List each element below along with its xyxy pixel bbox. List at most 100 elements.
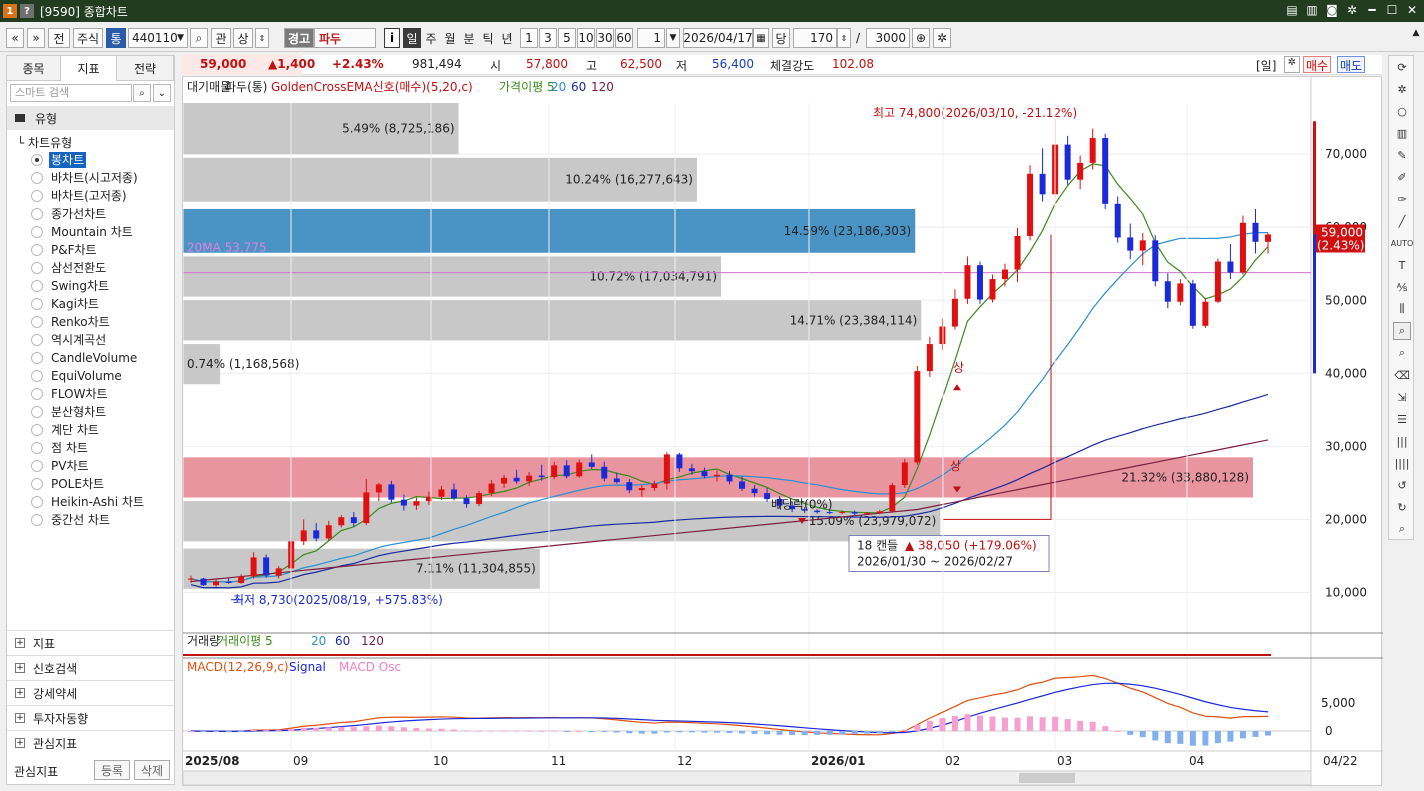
chart-type-label[interactable]: 삼선전환도 xyxy=(49,260,108,276)
chart-type-label[interactable]: 분산형차트 xyxy=(49,404,108,420)
min-30[interactable]: 30 xyxy=(596,28,614,48)
candles-icon[interactable]: ⫼ xyxy=(1393,300,1411,318)
tong-button[interactable]: 통 xyxy=(106,28,126,48)
search-icon[interactable]: ⌕ xyxy=(1393,520,1411,538)
chart-type-label[interactable]: 바차트(고저종) xyxy=(49,188,129,204)
period-year[interactable]: 년 xyxy=(498,28,516,48)
chevron-down-icon[interactable]: ▼ xyxy=(177,33,184,43)
chart-type-label[interactable]: EquiVolume xyxy=(49,368,124,384)
market-button[interactable]: 주식 xyxy=(73,28,103,48)
chart-type-label[interactable]: Renko차트 xyxy=(49,314,112,330)
gear-icon[interactable]: ✲ xyxy=(1344,2,1360,18)
vertical-scrollbar[interactable]: ▲ xyxy=(1410,28,1422,558)
help-icon[interactable]: ? xyxy=(20,4,34,18)
tab-stock[interactable]: 종목 xyxy=(7,56,61,81)
type-header[interactable]: 유형 xyxy=(7,106,174,130)
measure-icon[interactable]: ⇲ xyxy=(1393,388,1411,406)
chart-type-radio[interactable] xyxy=(31,388,43,400)
period-month[interactable]: 월 xyxy=(441,28,459,48)
total-count-input[interactable]: 3000 xyxy=(866,28,910,48)
eraser-icon[interactable]: ⌫ xyxy=(1393,366,1411,384)
chart-type-radio[interactable] xyxy=(31,496,43,508)
chart-type-radio[interactable] xyxy=(31,406,43,418)
tree-root[interactable]: └ 차트유형 xyxy=(17,134,72,151)
chart-type-label[interactable]: 종가선차트 xyxy=(49,206,108,222)
chevron-down-icon[interactable]: ⌄ xyxy=(153,84,171,102)
count-select[interactable]: 1 xyxy=(637,28,665,48)
chart-type-radio[interactable] xyxy=(31,442,43,454)
refresh-icon[interactable]: ⟳ xyxy=(1393,58,1411,76)
section-1[interactable]: + 신호검색 xyxy=(7,655,174,680)
search-icon[interactable]: ⌕ xyxy=(190,28,208,48)
sell-button[interactable]: 매도 xyxy=(1337,56,1366,73)
next-button[interactable]: » xyxy=(27,28,45,48)
chart-type-radio[interactable] xyxy=(31,262,43,274)
chart-type-radio[interactable] xyxy=(31,172,43,184)
circle-icon[interactable]: ○ xyxy=(1393,102,1411,120)
chart-area[interactable]: 70,00060,00050,00040,00030,00020,00010,0… xyxy=(182,76,1383,787)
fib-icon[interactable]: ☰ xyxy=(1393,410,1411,428)
pencil-icon[interactable]: ✐ xyxy=(1393,168,1411,186)
prev-button[interactable]: « xyxy=(6,28,24,48)
marker-icon[interactable]: ✑ xyxy=(1393,190,1411,208)
view-count-input[interactable]: 170 xyxy=(793,28,837,48)
stock-name[interactable]: 파두 xyxy=(314,28,376,48)
grid-icon[interactable]: |||| xyxy=(1393,454,1411,472)
auto-icon[interactable]: AUTO xyxy=(1391,234,1414,252)
chart-type-radio[interactable] xyxy=(31,298,43,310)
chart-type-radio[interactable] xyxy=(31,424,43,436)
min-3[interactable]: 3 xyxy=(539,28,557,48)
bars-icon[interactable]: ||| xyxy=(1393,432,1411,450)
buy-button[interactable]: 매수 xyxy=(1303,56,1332,73)
chart-type-label[interactable]: CandleVolume xyxy=(49,350,139,366)
chart-type-radio[interactable] xyxy=(31,316,43,328)
chart-type-radio[interactable] xyxy=(31,280,43,292)
minimize-icon[interactable]: ━ xyxy=(1364,2,1380,18)
chart-type-label[interactable]: P&F차트 xyxy=(49,242,99,258)
chart-type-label[interactable]: POLE차트 xyxy=(49,476,106,492)
min-60[interactable]: 60 xyxy=(615,28,633,48)
period-day[interactable]: 일 xyxy=(403,28,421,48)
dang-button[interactable]: 당 xyxy=(772,28,790,48)
period-week[interactable]: 주 xyxy=(422,28,440,48)
scroll-up-icon[interactable]: ▲ xyxy=(1410,28,1422,38)
period-tick[interactable]: 틱 xyxy=(479,28,497,48)
stepper-icon[interactable]: ⇕ xyxy=(837,28,851,48)
chart-type-radio[interactable] xyxy=(31,352,43,364)
chart-type-label[interactable]: 중간선 차트 xyxy=(49,512,112,528)
smart-search-input[interactable]: 스마트 검색 xyxy=(10,84,132,102)
zoom-add-icon[interactable]: ⊕ xyxy=(912,28,930,48)
chart-type-radio[interactable] xyxy=(31,154,43,166)
redo-icon[interactable]: ↻ xyxy=(1393,498,1411,516)
chart-type-radio[interactable] xyxy=(31,514,43,526)
chart-type-radio[interactable] xyxy=(31,370,43,382)
date-input[interactable]: 2026/04/17 xyxy=(683,28,753,48)
maximize-icon[interactable]: ☐ xyxy=(1384,2,1400,18)
chart-type-label[interactable]: Swing차트 xyxy=(49,278,111,294)
camera-icon[interactable]: ◙ xyxy=(1324,2,1340,18)
section-2[interactable]: + 강세약세 xyxy=(7,680,174,705)
undo-icon[interactable]: ↺ xyxy=(1393,476,1411,494)
chart-type-radio[interactable] xyxy=(31,244,43,256)
zoom-icon[interactable]: ⌕ xyxy=(1393,322,1411,340)
chart-type-label[interactable]: 역시계곡선 xyxy=(49,332,108,348)
memo-icon[interactable]: ▤ xyxy=(1284,2,1300,18)
text-icon[interactable]: T xyxy=(1393,256,1411,274)
jeon-button[interactable]: 전 xyxy=(48,28,70,48)
fav-add-button[interactable]: 등록 xyxy=(94,760,130,780)
chart-type-label[interactable]: 계단 차트 xyxy=(49,422,101,438)
tab-indicator[interactable]: 지표 xyxy=(61,56,117,81)
chart-type-radio[interactable] xyxy=(31,334,43,346)
section-0[interactable]: + 지표 xyxy=(7,630,174,655)
chevron-down-icon[interactable]: ▼ xyxy=(666,28,680,48)
section-3[interactable]: + 투자자동향 xyxy=(7,705,174,730)
chart-type-label[interactable]: Kagi차트 xyxy=(49,296,101,312)
calendar-icon[interactable]: ▦ xyxy=(753,28,769,48)
section-4[interactable]: + 관심지표 xyxy=(7,730,174,755)
chart-type-label[interactable]: FLOW차트 xyxy=(49,386,110,402)
chart-type-radio[interactable] xyxy=(31,478,43,490)
line-icon[interactable]: ╱ xyxy=(1393,212,1411,230)
close-icon[interactable]: ✕ xyxy=(1404,2,1420,18)
chart-type-radio[interactable] xyxy=(31,226,43,238)
memo2-icon[interactable]: ▥ xyxy=(1304,2,1320,18)
